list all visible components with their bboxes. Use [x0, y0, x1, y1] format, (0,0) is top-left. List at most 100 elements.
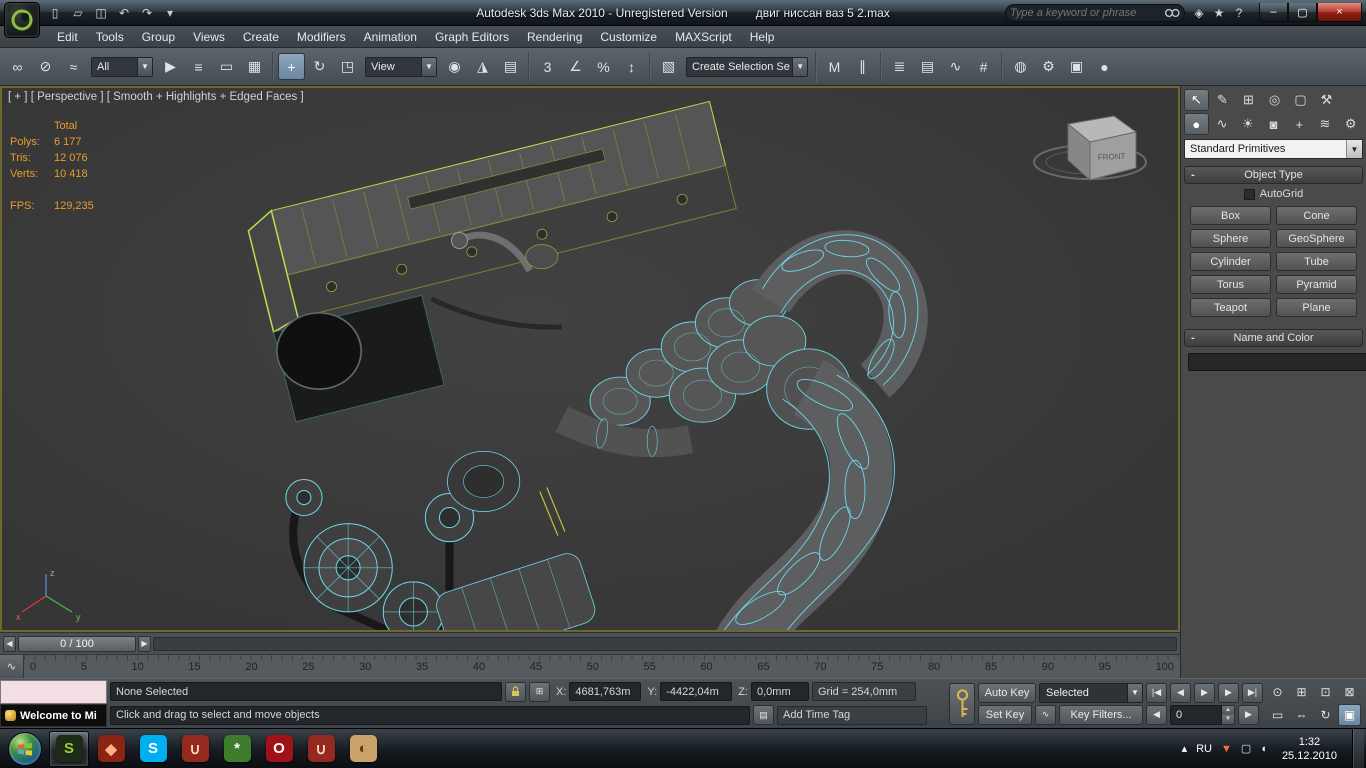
zoom-extents-icon[interactable]: ⊡	[1314, 681, 1337, 703]
favorites-icon[interactable]: ★	[1209, 4, 1229, 22]
previous-key-button[interactable]: ◀	[1146, 705, 1167, 725]
display-tab[interactable]: ▢	[1288, 89, 1313, 111]
create-tab[interactable]: ↖	[1184, 89, 1209, 111]
taskbar-magnet2-app[interactable]: ∪	[301, 731, 341, 767]
window-crossing-icon[interactable]: ▦	[241, 53, 268, 80]
menu-modifiers[interactable]: Modifiers	[288, 27, 355, 47]
set-key-button[interactable]: Set Key	[978, 705, 1032, 725]
selection-lock-toggle[interactable]	[505, 682, 526, 702]
zoom-extents-all-icon[interactable]: ⊠	[1338, 681, 1361, 703]
rendered-frame-icon[interactable]: ▣	[1063, 53, 1090, 80]
application-button[interactable]	[4, 2, 40, 38]
lights-category[interactable]: ☀	[1235, 113, 1260, 135]
align-icon[interactable]: ∥	[849, 53, 876, 80]
modify-tab[interactable]: ✎	[1210, 89, 1235, 111]
taskbar-paint-app[interactable]: ◐	[343, 731, 383, 767]
use-pivot-center-icon[interactable]: ◉	[441, 53, 468, 80]
percent-snap-icon[interactable]: %	[590, 53, 617, 80]
welcome-window-titlebar[interactable]: Welcome to Mi	[0, 704, 107, 727]
time-slider-track[interactable]	[153, 637, 1177, 651]
layer-manager-icon[interactable]: ≣	[886, 53, 913, 80]
tray-downloads-icon[interactable]: ▼	[1221, 743, 1232, 755]
next-frame-button[interactable]: ▶	[1218, 683, 1239, 703]
search-box[interactable]	[1005, 4, 1185, 22]
rectangular-selection-icon[interactable]: ▭	[213, 53, 240, 80]
close-button[interactable]: ×	[1317, 3, 1362, 22]
search-input[interactable]	[1010, 7, 1164, 19]
search-binoculars-icon[interactable]	[1164, 7, 1180, 19]
taskbar-clock[interactable]: 1:32 25.12.2010	[1276, 735, 1343, 763]
pan-view-icon[interactable]: ⇔	[1290, 704, 1313, 726]
mini-curve-editor-button[interactable]: ∿	[0, 655, 24, 678]
shapes-category[interactable]: ∿	[1210, 113, 1235, 135]
communication-center-icon[interactable]: ◈	[1189, 4, 1209, 22]
menu-animation[interactable]: Animation	[355, 27, 426, 47]
z-coordinate-field[interactable]: 0,0mm	[751, 682, 809, 701]
systems-category[interactable]: ⚙	[1338, 113, 1363, 135]
mirror-icon[interactable]: M	[821, 53, 848, 80]
render-icon[interactable]: ●	[1091, 53, 1118, 80]
object-type-button-torus[interactable]: Torus	[1190, 275, 1271, 294]
show-desktop-button[interactable]	[1352, 729, 1364, 768]
go-to-start-button[interactable]: |◀	[1146, 683, 1167, 703]
menu-graph-editors[interactable]: Graph Editors	[426, 27, 518, 47]
maxscript-mini-listener[interactable]	[0, 680, 107, 704]
go-to-end-button[interactable]: ▶|	[1242, 683, 1263, 703]
schematic-view-icon[interactable]: #	[970, 53, 997, 80]
menu-customize[interactable]: Customize	[591, 27, 666, 47]
menu-help[interactable]: Help	[741, 27, 784, 47]
viewport-label[interactable]: [ + ] [ Perspective ] [ Smooth + Highlig…	[8, 91, 304, 103]
object-type-rollout-header[interactable]: -Object Type	[1184, 166, 1363, 184]
geometry-category[interactable]: ●	[1184, 113, 1209, 135]
save-file-icon[interactable]: ◫	[90, 3, 112, 23]
key-filters-button[interactable]: Key Filters...	[1059, 705, 1143, 725]
new-key-filter-icon[interactable]: ∿	[1035, 705, 1056, 725]
play-animation-button[interactable]: ▶	[1194, 683, 1215, 703]
add-time-tag[interactable]: Add Time Tag	[777, 706, 927, 725]
next-key-button[interactable]: ▶	[1238, 705, 1259, 725]
unlink-selection-icon[interactable]: ⊘	[32, 53, 59, 80]
bind-to-space-warp-icon[interactable]: ≈	[60, 53, 87, 80]
space-warps-category[interactable]: ≋	[1313, 113, 1338, 135]
object-name-input[interactable]	[1188, 353, 1366, 371]
tray-volume-icon[interactable]: ◖	[1260, 743, 1267, 755]
selection-filter-dropdown[interactable]: All▼	[91, 57, 153, 77]
snap-toggle-icon[interactable]: 3	[534, 53, 561, 80]
time-slider[interactable]: ◀ 0 / 100 ▶	[0, 632, 1180, 654]
cameras-category[interactable]: ◙	[1261, 113, 1286, 135]
menu-create[interactable]: Create	[234, 27, 288, 47]
object-type-button-box[interactable]: Box	[1190, 206, 1271, 225]
taskbar-skype-app[interactable]: S	[133, 731, 173, 767]
current-frame-field[interactable]: 0 ▲▼	[1170, 705, 1235, 725]
taskbar-download-manager-app[interactable]: ◆	[91, 731, 131, 767]
object-type-button-geosphere[interactable]: GeoSphere	[1276, 229, 1357, 248]
menu-rendering[interactable]: Rendering	[518, 27, 591, 47]
object-type-button-cone[interactable]: Cone	[1276, 206, 1357, 225]
select-and-rotate-icon[interactable]: ↻	[306, 53, 333, 80]
language-indicator[interactable]: RU	[1196, 743, 1212, 755]
material-editor-icon[interactable]: ◍	[1007, 53, 1034, 80]
perspective-viewport[interactable]: [ + ] [ Perspective ] [ Smooth + Highlig…	[0, 86, 1180, 632]
render-setup-icon[interactable]: ⚙	[1035, 53, 1062, 80]
view-cube[interactable]: FRONT	[1020, 102, 1156, 198]
zoom-region-icon[interactable]: ▭	[1266, 704, 1289, 726]
hierarchy-tab[interactable]: ⊞	[1236, 89, 1261, 111]
time-back-arrow[interactable]: ◀	[3, 636, 16, 652]
y-coordinate-field[interactable]: -4422,04m	[660, 682, 732, 701]
utilities-tab[interactable]: ⚒	[1314, 89, 1339, 111]
time-slider-handle[interactable]: 0 / 100	[18, 636, 136, 652]
spinner-snap-icon[interactable]: ↕	[618, 53, 645, 80]
hidden-icons-chevron[interactable]: ▴	[1182, 742, 1188, 755]
taskbar-magnet-app[interactable]: ∪	[175, 731, 215, 767]
maximize-button[interactable]: ▢	[1288, 3, 1317, 22]
x-coordinate-field[interactable]: 4681,763m	[569, 682, 641, 701]
graphite-ribbon-icon[interactable]: ▤	[914, 53, 941, 80]
select-and-move-icon[interactable]: +	[278, 53, 305, 80]
motion-tab[interactable]: ◎	[1262, 89, 1287, 111]
primitive-type-dropdown[interactable]: Standard Primitives▼	[1184, 139, 1363, 159]
absolute-offset-toggle[interactable]: ⊞	[529, 682, 550, 702]
help-icon[interactable]: ?	[1229, 4, 1249, 22]
menu-group[interactable]: Group	[133, 27, 184, 47]
object-type-button-cylinder[interactable]: Cylinder	[1190, 252, 1271, 271]
edit-named-selections-icon[interactable]: ▧	[655, 53, 682, 80]
